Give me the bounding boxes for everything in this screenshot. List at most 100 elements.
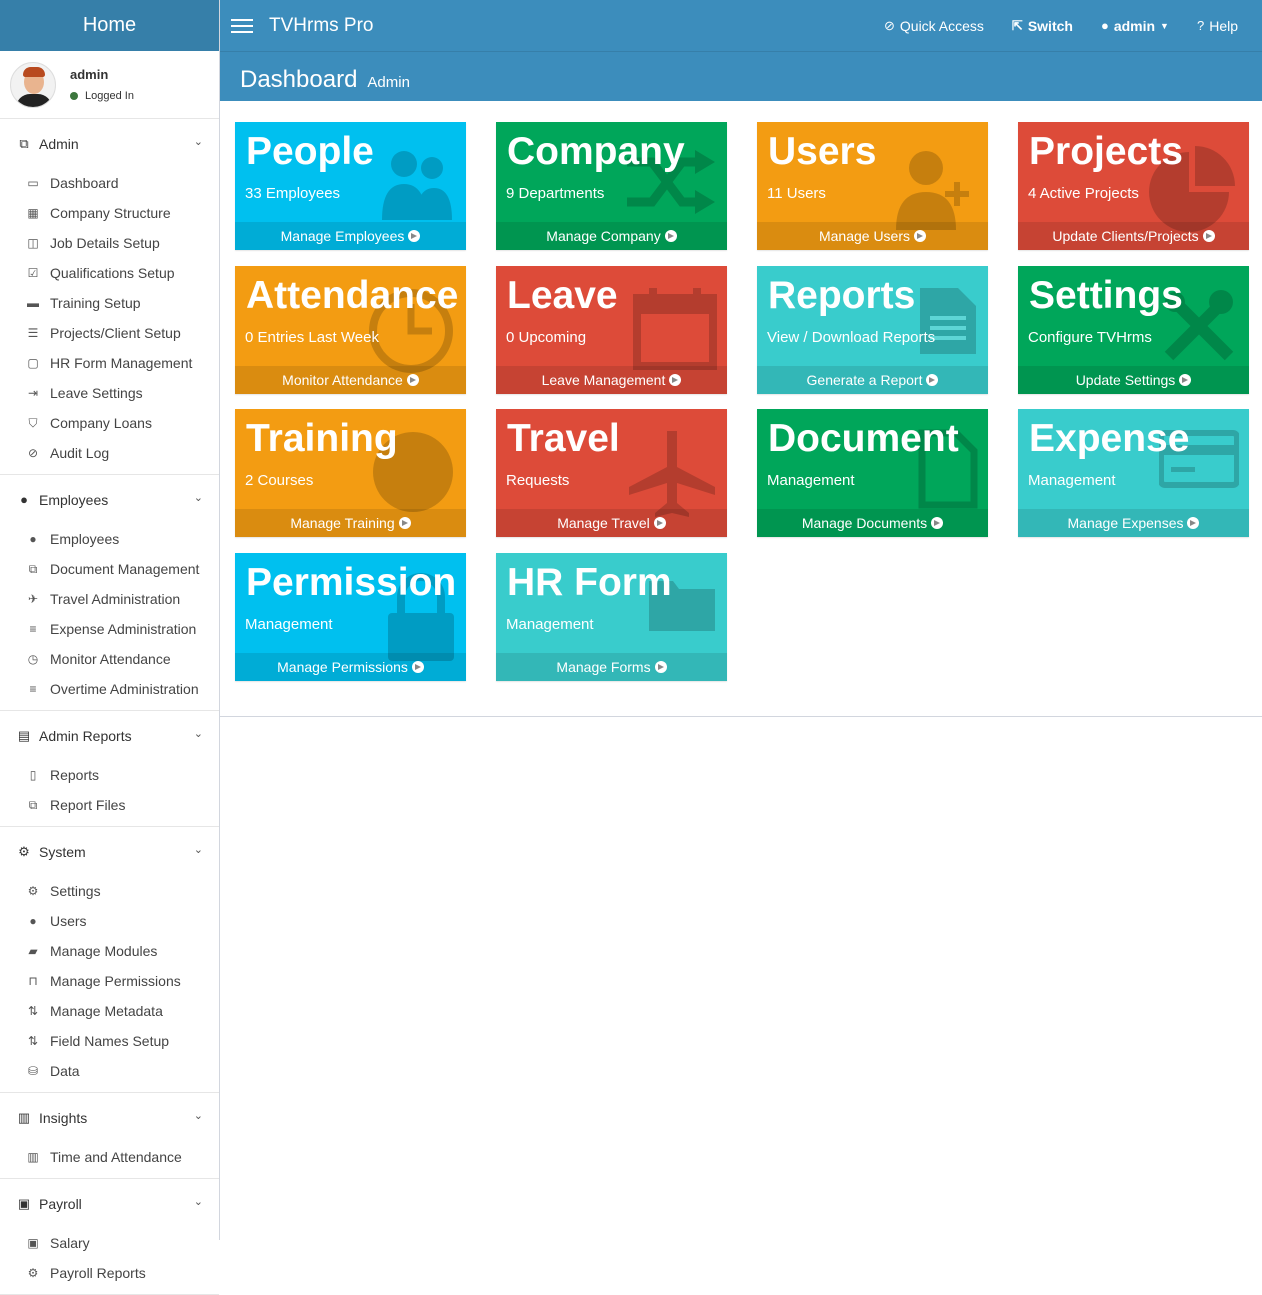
- sidebar-section-header[interactable]: ▥ Insights ⌄: [0, 1093, 219, 1142]
- sidebar-item-job-details-setup[interactable]: ◫ Job Details Setup: [0, 228, 219, 258]
- switch-link[interactable]: ⇱ Switch: [1012, 18, 1073, 34]
- app-title[interactable]: TVHrms Pro: [269, 15, 374, 37]
- compass-icon: ⊘: [27, 446, 39, 460]
- folder-icon: ▢: [27, 356, 39, 370]
- sidebar-item-users[interactable]: ● Users: [0, 906, 219, 936]
- tile-link[interactable]: Manage Training: [235, 509, 466, 537]
- sidebar-item-leave-settings[interactable]: ⇥ Leave Settings: [0, 378, 219, 408]
- sidebar-section-label: Insights: [39, 1109, 88, 1126]
- sidebar-item-label: Time and Attendance: [50, 1149, 182, 1165]
- arrow-circle-right-icon: [653, 517, 666, 529]
- tile-link[interactable]: Update Clients/Projects: [1018, 222, 1249, 250]
- menu-toggle-icon[interactable]: [231, 18, 253, 33]
- page-subtitle: Admin: [367, 74, 410, 91]
- sidebar-item-payroll-reports[interactable]: ⚙ Payroll Reports: [0, 1258, 219, 1288]
- sidebar-section-header[interactable]: ▤ Admin Reports ⌄: [0, 711, 219, 760]
- sidebar-item-company-loans[interactable]: ⛉ Company Loans: [0, 408, 219, 438]
- tile-travel: Travel Requests Manage Travel: [496, 409, 727, 537]
- sidebar-section-header[interactable]: ▣ Payroll ⌄: [0, 1179, 219, 1228]
- sidebar-item-employees[interactable]: ● Employees: [0, 524, 219, 554]
- database-icon: ⛁: [27, 1064, 39, 1078]
- sidebar-section-header[interactable]: ⧉ Admin ⌄: [0, 119, 219, 168]
- file-text-icon: ▤: [17, 727, 31, 743]
- tile-people: People 33 Employees Manage Employees: [235, 122, 466, 250]
- sidebar-item-dashboard[interactable]: ▭ Dashboard: [0, 168, 219, 198]
- sidebar-item-company-structure[interactable]: ▦ Company Structure: [0, 198, 219, 228]
- sidebar-item-label: Training Setup: [50, 295, 141, 311]
- avatar: [10, 61, 56, 108]
- sidebar-item-manage-permissions[interactable]: ⊓ Manage Permissions: [0, 966, 219, 996]
- home-link[interactable]: Home: [0, 0, 219, 51]
- arrow-circle-right-icon: [914, 230, 927, 242]
- tile-subtitle: Management: [1028, 472, 1116, 489]
- sidebar-item-travel-administration[interactable]: ✈ Travel Administration: [0, 584, 219, 614]
- sign-out-icon: ⇥: [27, 386, 39, 400]
- sidebar-item-time-and-attendance[interactable]: ▥ Time and Attendance: [0, 1142, 219, 1172]
- tile-link[interactable]: Leave Management: [496, 365, 727, 394]
- files-icon: ⧉: [28, 561, 38, 576]
- folder-open-icon: ▰: [28, 944, 38, 958]
- arrow-circle-right-icon: [669, 373, 682, 386]
- tile-link[interactable]: Manage Company: [496, 222, 727, 250]
- tile-hr-form: HR Form Management Manage Forms: [496, 552, 727, 681]
- user-name: admin: [70, 67, 109, 82]
- user-menu-dropdown[interactable]: ● admin ▼: [1101, 18, 1169, 34]
- sidebar-item-report-files[interactable]: ⧉ Report Files: [0, 790, 219, 820]
- sidebar-item-data[interactable]: ⛁ Data: [0, 1056, 219, 1086]
- sidebar-item-field-names-setup[interactable]: ⇅ Field Names Setup: [0, 1026, 219, 1056]
- tile-link-label: Manage Users: [818, 228, 911, 244]
- tile-link[interactable]: Update Settings: [1018, 365, 1249, 394]
- sidebar-section-employees: ● Employees ⌄ ● Employees ⧉ Document Managemen…: [0, 475, 219, 711]
- sidebar-item-settings[interactable]: ⚙ Settings: [0, 876, 219, 906]
- tile-link[interactable]: Manage Documents: [757, 509, 988, 537]
- help-link[interactable]: ? Help: [1197, 18, 1238, 34]
- tile-subtitle: Requests: [506, 472, 570, 489]
- tile-link[interactable]: Manage Forms: [496, 652, 727, 681]
- sidebar-item-label: Travel Administration: [50, 591, 181, 607]
- sidebar-item-document-management[interactable]: ⧉ Document Management: [0, 554, 219, 584]
- content-header: Dashboard Admin: [220, 51, 1262, 101]
- list-alt-icon: ☰: [27, 326, 39, 340]
- sidebar-item-audit-log[interactable]: ⊘ Audit Log: [0, 438, 219, 468]
- sidebar-item-label: Dashboard: [50, 175, 119, 191]
- sidebar-section-system: ⚙ System ⌄ ⚙ Settings ● Users ▰ Manage Modules ⊓ M…: [0, 827, 219, 1093]
- sidebar-item-overtime-administration[interactable]: ≡ Overtime Administration: [0, 674, 219, 704]
- help-label: Help: [1209, 17, 1238, 34]
- sidebar-item-monitor-attendance[interactable]: ◷ Monitor Attendance: [0, 644, 219, 674]
- files-icon: ⧉: [28, 797, 38, 812]
- tile-link[interactable]: Monitor Attendance: [235, 365, 466, 394]
- sidebar-item-hr-form-management[interactable]: ▢ HR Form Management: [0, 348, 219, 378]
- tile-link-label: Manage Training: [290, 515, 395, 531]
- tile-title: Expense: [1029, 417, 1190, 460]
- tile-title: Leave: [507, 273, 618, 317]
- cogs-icon: ⚙: [27, 884, 39, 898]
- sidebar-section-label: Admin: [39, 135, 79, 152]
- sidebar-section-header[interactable]: ⚙ System ⌄: [0, 827, 219, 876]
- tile-link-label: Monitor Attendance: [282, 371, 403, 388]
- sidebar-section-admin-reports: ▤ Admin Reports ⌄ ▯ Reports ⧉ Report Files: [0, 711, 219, 827]
- sidebar-item-qualifications-setup[interactable]: ☑ Qualifications Setup: [0, 258, 219, 288]
- sidebar-item-manage-metadata[interactable]: ⇅ Manage Metadata: [0, 996, 219, 1026]
- arrow-circle-right-icon: [1187, 517, 1200, 529]
- tile-title: Training: [246, 417, 398, 460]
- sidebar-item-projects-client-setup[interactable]: ☰ Projects/Client Setup: [0, 318, 219, 348]
- tile-link[interactable]: Manage Users: [757, 222, 988, 250]
- tile-link[interactable]: Generate a Report: [757, 365, 988, 394]
- tile-link[interactable]: Manage Expenses: [1018, 509, 1249, 537]
- tile-title: Company: [507, 130, 685, 173]
- sidebar-item-reports[interactable]: ▯ Reports: [0, 760, 219, 790]
- sidebar-section-header[interactable]: ● Employees ⌄: [0, 475, 219, 524]
- tile-link[interactable]: Manage Travel: [496, 509, 727, 537]
- sidebar-item-manage-modules[interactable]: ▰ Manage Modules: [0, 936, 219, 966]
- quick-access-link[interactable]: ⊘ Quick Access: [884, 18, 984, 34]
- tile-subtitle: Management: [245, 615, 333, 633]
- sidebar-item-salary[interactable]: ▣ Salary: [0, 1228, 219, 1258]
- tile-link[interactable]: Manage Employees: [235, 222, 466, 250]
- tile-subtitle: Management: [767, 472, 855, 489]
- user-icon: ●: [1100, 18, 1109, 33]
- sidebar-item-training-setup[interactable]: ▬ Training Setup: [0, 288, 219, 318]
- sidebar-item-expense-administration[interactable]: ≡ Expense Administration: [0, 614, 219, 644]
- tile-subtitle: Configure TVHrms: [1028, 328, 1152, 346]
- align-center-icon: ≡: [29, 682, 37, 696]
- tile-link[interactable]: Manage Permissions: [235, 652, 466, 681]
